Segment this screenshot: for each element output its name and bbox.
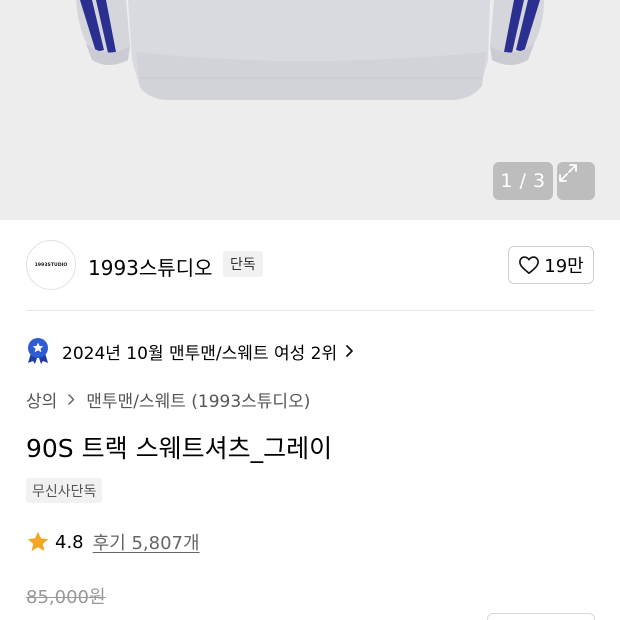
ranking-link[interactable]: 2024년 10월 맨투맨/스웨트 여성 2위	[26, 336, 355, 366]
original-price: 85,000원	[26, 587, 106, 608]
expand-image-button[interactable]	[557, 162, 595, 200]
divider	[26, 310, 594, 311]
store-exclusive-tag: 무신사단독	[26, 478, 103, 503]
brand-logo-text: 1993STUDIO	[34, 262, 68, 268]
review-count-link[interactable]: 후기 5,807개	[93, 529, 200, 555]
product-image-gallery[interactable]: 1 / 3	[0, 0, 620, 220]
exclusive-badge: 단독	[223, 251, 263, 277]
breadcrumb-category[interactable]: 상의	[26, 387, 57, 412]
expand-icon	[559, 164, 577, 182]
coupon-button[interactable]	[487, 613, 595, 620]
brand-name[interactable]: 1993스튜디오	[88, 252, 213, 281]
chevron-right-icon	[68, 394, 75, 405]
star-icon	[27, 531, 49, 551]
like-button[interactable]: 19만	[508, 246, 594, 284]
product-title: 90S 트랙 스웨트셔츠_그레이	[26, 434, 333, 463]
image-counter: 1 / 3	[493, 162, 553, 200]
heart-icon	[519, 256, 540, 274]
ranking-medal-icon	[28, 338, 48, 364]
chevron-right-icon	[346, 345, 354, 357]
brand-row: 1993STUDIO 1993스튜디오 단독 19만	[0, 220, 620, 310]
like-count: 19만	[544, 256, 584, 277]
rating-value: 4.8	[55, 531, 84, 553]
breadcrumb: 상의 맨투맨/스웨트 (1993스튜디오)	[26, 387, 310, 412]
breadcrumb-subcategory[interactable]: 맨투맨/스웨트 (1993스튜디오)	[86, 387, 310, 412]
rating-row: 4.8 후기 5,807개	[26, 529, 200, 555]
brand-logo[interactable]: 1993STUDIO	[26, 240, 76, 290]
ranking-text: 2024년 10월 맨투맨/스웨트 여성 2위	[62, 343, 338, 364]
